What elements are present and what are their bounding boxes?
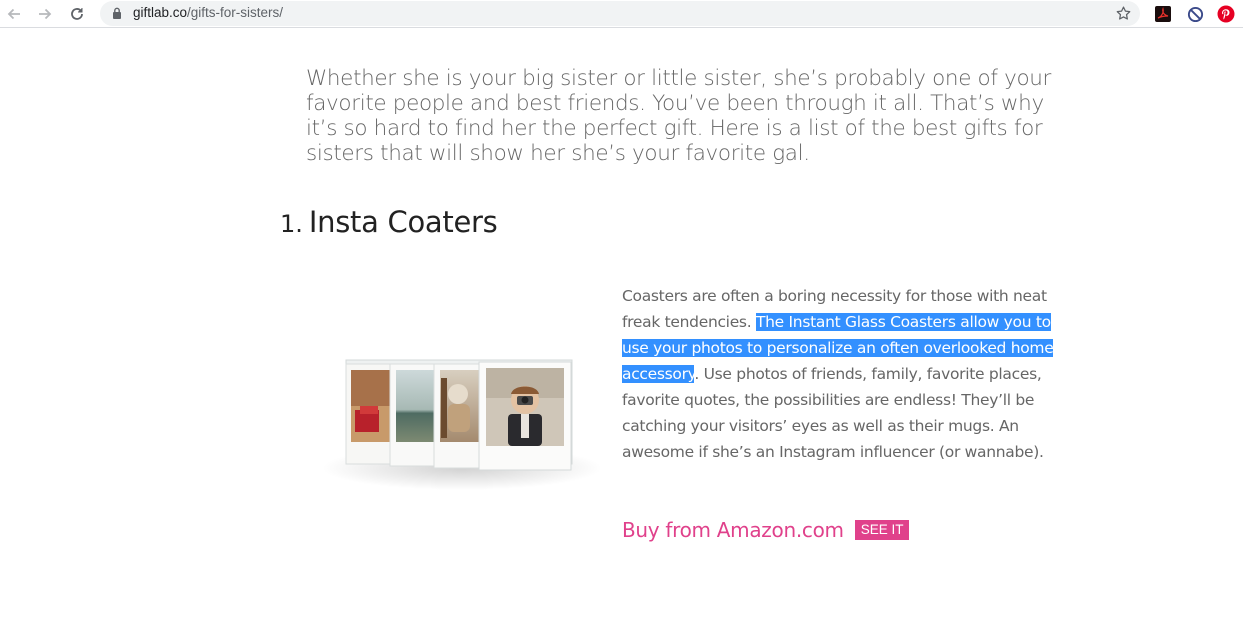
pinterest-extension[interactable] <box>1217 5 1235 23</box>
item-title: Insta Coaters <box>308 205 498 239</box>
block-extension[interactable] <box>1186 5 1204 23</box>
adobe-pdf-icon <box>1155 6 1171 22</box>
intro-paragraph: Whether she is your big sister or little… <box>306 66 1052 166</box>
forward-button[interactable] <box>35 4 55 24</box>
block-icon <box>1187 6 1203 22</box>
address-bar[interactable]: giftlab.co/gifts-for-sisters/ <box>100 1 1140 26</box>
product-image-coasters[interactable] <box>322 338 600 498</box>
back-button[interactable] <box>4 4 24 24</box>
url-domain: giftlab.co <box>133 5 188 20</box>
item-description: Coasters are often a boring necessity fo… <box>622 283 1054 465</box>
url-text[interactable]: giftlab.co/gifts-for-sisters/ <box>133 5 283 20</box>
item-number: 1. <box>280 210 303 238</box>
lock-icon <box>113 7 121 19</box>
pinterest-icon <box>1217 5 1235 23</box>
reload-button[interactable] <box>67 4 87 24</box>
adobe-pdf-extension[interactable] <box>1154 5 1172 23</box>
see-it-button[interactable]: SEE IT <box>854 520 910 540</box>
url-path: /gifts-for-sisters/ <box>187 5 284 20</box>
reload-icon <box>71 8 83 20</box>
buy-from-amazon-link[interactable]: Buy from Amazon.com <box>622 518 844 542</box>
buy-row: Buy from Amazon.com SEE IT <box>622 518 910 542</box>
arrow-right-icon <box>39 8 52 20</box>
star-icon[interactable] <box>1115 5 1132 22</box>
item-heading: 1. Insta Coaters <box>280 205 498 239</box>
arrow-left-icon <box>7 8 20 20</box>
browser-toolbar: giftlab.co/gifts-for-sisters/ <box>0 0 1243 28</box>
